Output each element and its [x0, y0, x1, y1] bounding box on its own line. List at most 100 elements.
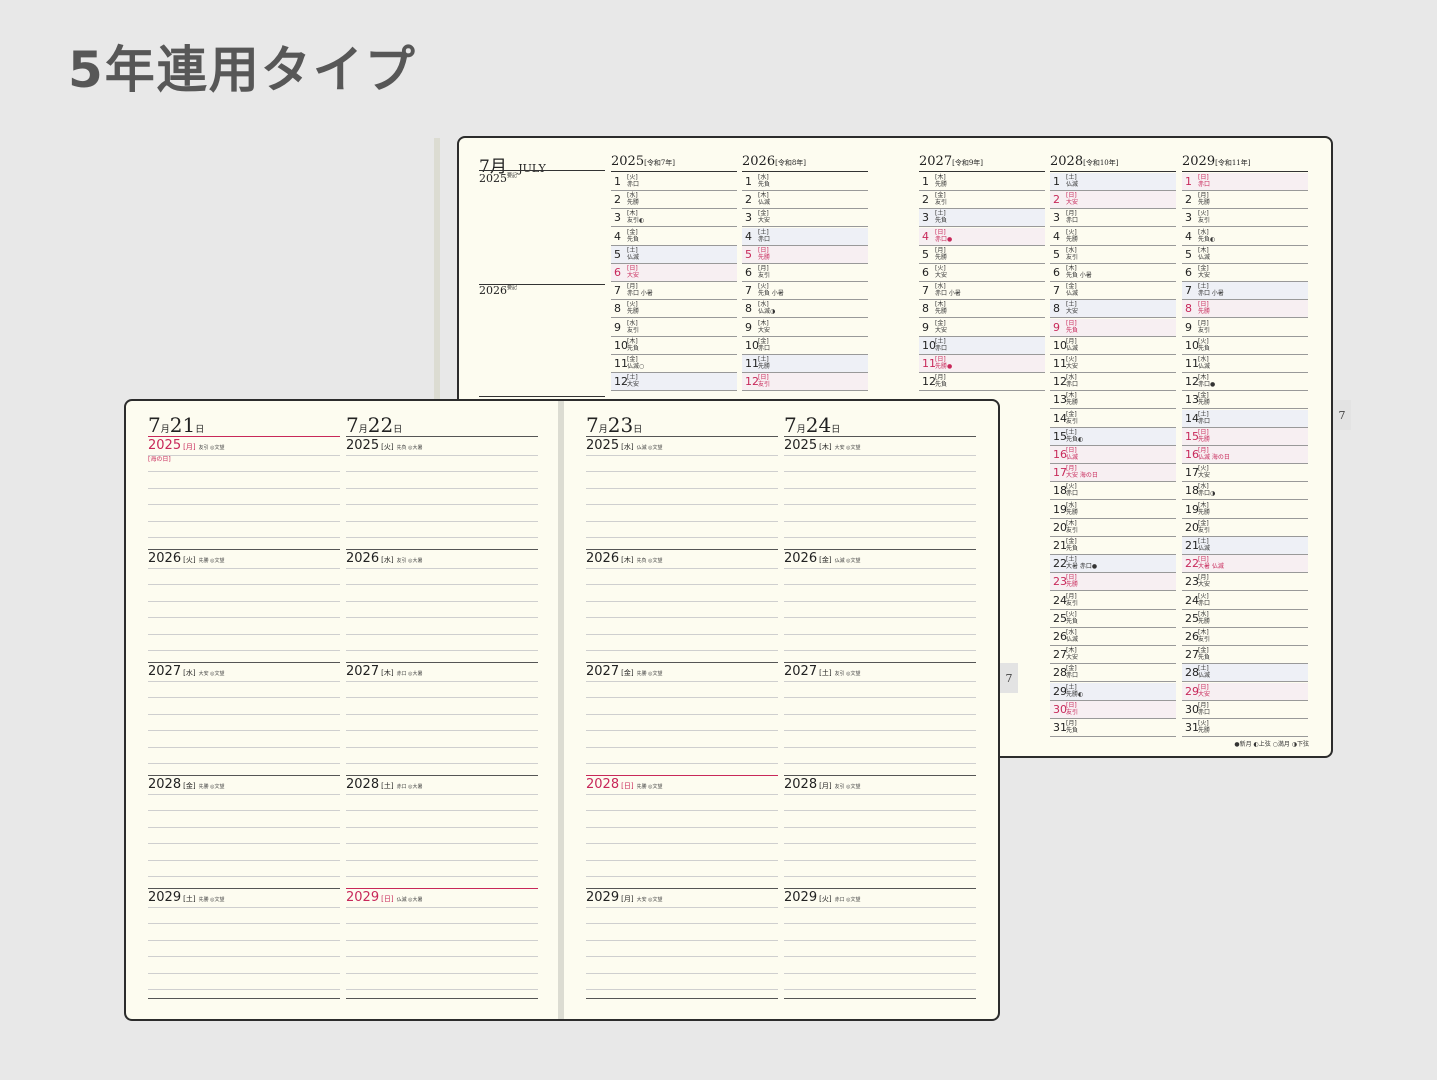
- ruled-line[interactable]: [586, 713, 778, 715]
- ruled-line[interactable]: [346, 972, 538, 974]
- ruled-line[interactable]: [784, 633, 976, 635]
- ruled-line[interactable]: [346, 876, 538, 877]
- month-index-tab[interactable]: 7: [1333, 400, 1351, 430]
- ruled-line[interactable]: [346, 763, 538, 764]
- ruled-line[interactable]: [784, 793, 976, 795]
- ruled-line[interactable]: [784, 520, 976, 522]
- ruled-line[interactable]: [784, 826, 976, 828]
- ruled-line[interactable]: [148, 939, 340, 941]
- ruled-line[interactable]: [148, 956, 340, 957]
- ruled-line[interactable]: [784, 537, 976, 538]
- ruled-line[interactable]: [586, 617, 778, 618]
- ruled-line[interactable]: [784, 504, 976, 505]
- ruled-line[interactable]: [148, 713, 340, 715]
- ruled-line[interactable]: [784, 906, 976, 908]
- ruled-line[interactable]: [784, 471, 976, 472]
- ruled-line[interactable]: [586, 746, 778, 748]
- ruled-line[interactable]: [346, 537, 538, 538]
- ruled-line[interactable]: [784, 859, 976, 861]
- ruled-line[interactable]: [784, 810, 976, 811]
- ruled-line[interactable]: [346, 939, 538, 941]
- ruled-line[interactable]: [586, 537, 778, 538]
- ruled-line[interactable]: [784, 746, 976, 748]
- ruled-line[interactable]: [586, 680, 778, 682]
- ruled-line[interactable]: [148, 537, 340, 538]
- ruled-line[interactable]: [148, 746, 340, 748]
- ruled-line[interactable]: [148, 972, 340, 974]
- ruled-line[interactable]: [148, 763, 340, 764]
- ruled-line[interactable]: [148, 793, 340, 795]
- ruled-line[interactable]: [586, 633, 778, 635]
- ruled-line[interactable]: [346, 471, 538, 472]
- ruled-line[interactable]: [346, 923, 538, 924]
- ruled-line[interactable]: [148, 633, 340, 635]
- ruled-line[interactable]: [586, 923, 778, 924]
- ruled-line[interactable]: [586, 956, 778, 957]
- ruled-line[interactable]: [148, 600, 340, 602]
- ruled-line[interactable]: [784, 843, 976, 844]
- ruled-line[interactable]: [586, 810, 778, 811]
- ruled-line[interactable]: [586, 584, 778, 585]
- ruled-line[interactable]: [586, 487, 778, 489]
- ruled-line[interactable]: [346, 617, 538, 618]
- ruled-line[interactable]: [784, 487, 976, 489]
- ruled-line[interactable]: [148, 989, 340, 990]
- ruled-line[interactable]: [784, 923, 976, 924]
- ruled-line[interactable]: [586, 906, 778, 908]
- ruled-line[interactable]: [148, 650, 340, 651]
- ruled-line[interactable]: [784, 713, 976, 715]
- ruled-line[interactable]: [586, 471, 778, 472]
- ruled-line[interactable]: [148, 567, 340, 569]
- ruled-line[interactable]: [784, 567, 976, 569]
- ruled-line[interactable]: [148, 617, 340, 618]
- ruled-line[interactable]: [586, 520, 778, 522]
- ruled-line[interactable]: [784, 876, 976, 877]
- ruled-line[interactable]: [784, 763, 976, 764]
- ruled-line[interactable]: [148, 730, 340, 731]
- ruled-line[interactable]: [346, 600, 538, 602]
- ruled-line[interactable]: [148, 584, 340, 585]
- ruled-line[interactable]: [784, 956, 976, 957]
- ruled-line[interactable]: [586, 697, 778, 698]
- ruled-line[interactable]: [586, 843, 778, 844]
- ruled-line[interactable]: [586, 972, 778, 974]
- ruled-line[interactable]: [784, 939, 976, 941]
- ruled-line[interactable]: [586, 939, 778, 941]
- ruled-line[interactable]: [784, 617, 976, 618]
- ruled-line[interactable]: [346, 906, 538, 908]
- ruled-line[interactable]: [148, 923, 340, 924]
- ruled-line[interactable]: [148, 454, 340, 456]
- ruled-line[interactable]: [346, 567, 538, 569]
- ruled-line[interactable]: [346, 697, 538, 698]
- ruled-line[interactable]: [346, 633, 538, 635]
- ruled-line[interactable]: [346, 826, 538, 828]
- ruled-line[interactable]: [784, 600, 976, 602]
- ruled-line[interactable]: [784, 680, 976, 682]
- ruled-line[interactable]: [346, 810, 538, 811]
- ruled-line[interactable]: [346, 650, 538, 651]
- ruled-line[interactable]: [586, 504, 778, 505]
- ruled-line[interactable]: [346, 989, 538, 990]
- ruled-line[interactable]: [586, 650, 778, 651]
- ruled-line[interactable]: [148, 876, 340, 877]
- ruled-line[interactable]: [586, 793, 778, 795]
- ruled-line[interactable]: [784, 584, 976, 585]
- ruled-line[interactable]: [586, 876, 778, 877]
- ruled-line[interactable]: [346, 504, 538, 505]
- ruled-line[interactable]: [148, 680, 340, 682]
- ruled-line[interactable]: [586, 763, 778, 764]
- ruled-line[interactable]: [148, 504, 340, 505]
- ruled-line[interactable]: [346, 584, 538, 585]
- ruled-line[interactable]: [784, 650, 976, 651]
- ruled-line[interactable]: [784, 972, 976, 974]
- ruled-line[interactable]: [784, 454, 976, 456]
- ruled-line[interactable]: [346, 793, 538, 795]
- ruled-line[interactable]: [784, 989, 976, 990]
- ruled-line[interactable]: [586, 989, 778, 990]
- ruled-line[interactable]: [586, 567, 778, 569]
- ruled-line[interactable]: [148, 859, 340, 861]
- ruled-line[interactable]: [148, 520, 340, 522]
- ruled-line[interactable]: [346, 520, 538, 522]
- ruled-line[interactable]: [148, 471, 340, 472]
- ruled-line[interactable]: [148, 697, 340, 698]
